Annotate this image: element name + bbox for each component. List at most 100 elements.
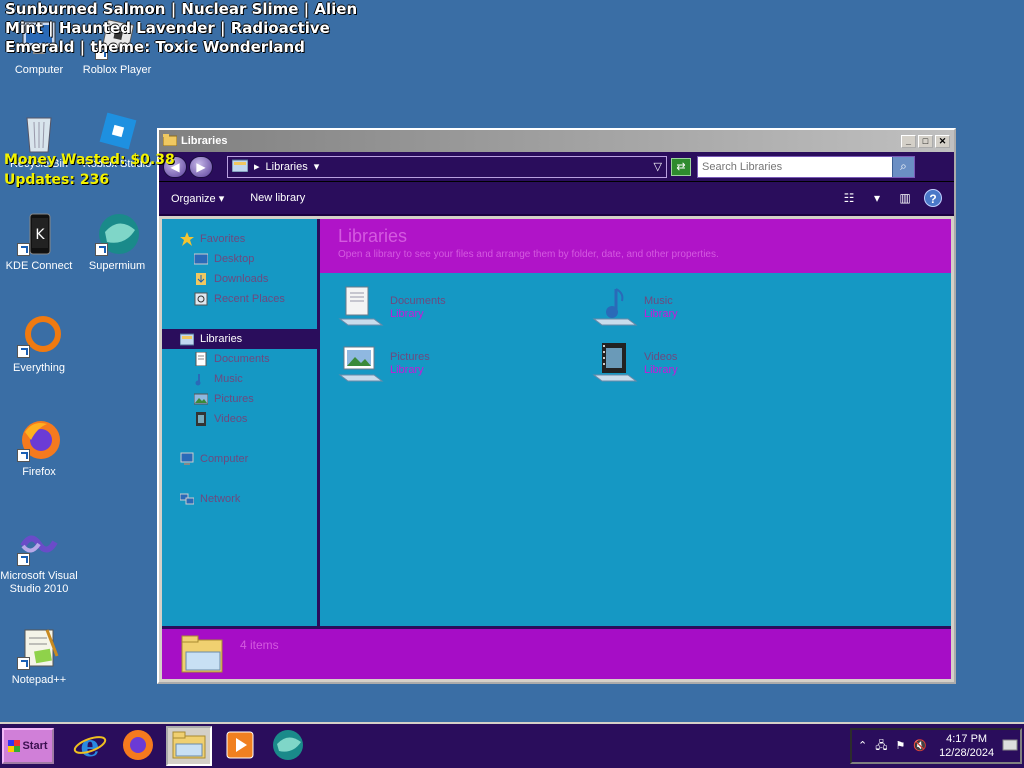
music-library-icon	[592, 285, 638, 331]
library-item-pictures[interactable]: Pictures Library	[338, 341, 588, 391]
library-type: Library	[390, 364, 424, 376]
shortcut-arrow-icon	[17, 449, 30, 462]
address-bar: ◀ ▶ ▸ Libraries ▾ ▽ ⇄ ⌕	[159, 152, 954, 182]
nav-item-videos[interactable]: Videos	[162, 409, 317, 429]
computer-icon	[180, 452, 194, 466]
search-box[interactable]: ⌕	[697, 155, 915, 178]
shortcut-arrow-icon	[17, 243, 30, 256]
show-hidden-icons-icon[interactable]: ⌃	[858, 738, 867, 754]
nav-item-computer[interactable]: Computer	[162, 449, 317, 469]
desktop-icon-notepad-plus-plus[interactable]: Notepad++	[0, 626, 78, 687]
close-button[interactable]: ✕	[935, 134, 950, 148]
windows-logo-icon	[8, 740, 21, 752]
library-name: Music	[644, 295, 673, 307]
taskbar-firefox[interactable]	[118, 726, 158, 766]
supermium-icon	[271, 728, 305, 765]
svg-text:K: K	[35, 227, 45, 243]
preview-pane-icon[interactable]: ▥	[896, 189, 914, 207]
maximize-button[interactable]: □	[918, 134, 933, 148]
action-center-flag-icon[interactable]: ⚑	[895, 738, 905, 754]
new-library-button[interactable]: New library	[250, 192, 305, 204]
page-title: Libraries	[338, 226, 408, 246]
nav-item-music[interactable]: Music	[162, 369, 317, 389]
roblox-studio-icon	[95, 110, 139, 154]
refresh-button[interactable]: ⇄	[671, 157, 691, 176]
library-name: Videos	[644, 351, 678, 363]
nav-item-recent-places[interactable]: Recent Places	[162, 289, 317, 309]
library-name: Pictures	[390, 351, 430, 363]
forward-button[interactable]: ▶	[189, 155, 213, 178]
library-item-music[interactable]: Music Library	[592, 285, 842, 335]
nav-label: Network	[200, 493, 241, 505]
desktop-icon-label: Notepad++	[11, 674, 67, 686]
minimize-button[interactable]: _	[901, 134, 916, 148]
nav-label: Videos	[214, 413, 248, 425]
organize-button[interactable]: Organize ▾	[171, 192, 224, 205]
desktop-icon-label: Microsoft Visual Studio 2010	[0, 570, 78, 595]
nav-item-network[interactable]: Network	[162, 489, 317, 509]
desktop-icon-kde-connect[interactable]: K KDE Connect	[0, 212, 78, 273]
breadcrumb-libraries[interactable]: Libraries	[266, 161, 308, 173]
search-icon[interactable]: ⌕	[892, 156, 914, 177]
taskbar-file-explorer[interactable]	[166, 726, 212, 766]
show-desktop-icon[interactable]	[1002, 738, 1018, 754]
internet-explorer-icon: e	[73, 728, 107, 765]
nav-label: Recent Places	[214, 293, 285, 305]
shortcut-arrow-icon	[17, 345, 30, 358]
taskbar: Start e ⌃ 🖧 ⚑ 🔇 4:17 PM 12/28/2024	[0, 722, 1024, 768]
desktop-icon	[193, 252, 209, 266]
taskbar-internet-explorer[interactable]: e	[70, 726, 110, 766]
nav-label: Music	[214, 373, 243, 385]
nav-item-favorites[interactable]: Favorites	[162, 229, 317, 249]
library-type: Library	[644, 308, 678, 320]
firefox-icon	[17, 418, 61, 462]
view-options-icon[interactable]: ☷	[840, 189, 858, 207]
library-type: Library	[390, 308, 424, 320]
system-tray: ⌃ 🖧 ⚑ 🔇 4:17 PM 12/28/2024	[850, 728, 1022, 764]
item-count: 4 items	[240, 638, 279, 652]
view-dropdown-icon[interactable]: ▾	[868, 189, 886, 207]
taskbar-media-player[interactable]	[220, 726, 260, 766]
organize-label: Organize	[171, 192, 216, 205]
everything-icon	[17, 314, 61, 358]
desktop-icon-everything[interactable]: Everything	[0, 314, 78, 375]
nav-item-libraries[interactable]: Libraries	[162, 329, 317, 349]
desktop-icon-label: KDE Connect	[5, 260, 73, 272]
nav-item-documents[interactable]: Documents	[162, 349, 317, 369]
kde-connect-icon: K	[17, 212, 61, 256]
breadcrumb-separator-icon[interactable]: ▸	[254, 160, 260, 173]
nav-item-downloads[interactable]: Downloads	[162, 269, 317, 289]
help-icon[interactable]: ?	[924, 189, 942, 207]
desktop-icon-firefox[interactable]: Firefox	[0, 418, 78, 479]
desktop-icon-label: Computer	[14, 64, 64, 76]
volume-muted-icon[interactable]: 🔇	[913, 738, 927, 754]
clock[interactable]: 4:17 PM 12/28/2024	[939, 732, 994, 760]
documents-library-icon	[338, 285, 384, 331]
library-item-documents[interactable]: Documents Library	[338, 285, 588, 335]
nav-item-pictures[interactable]: Pictures	[162, 389, 317, 409]
desktop-icon-label: Roblox Player	[82, 64, 152, 76]
page-subtitle: Open a library to see your files and arr…	[338, 249, 719, 260]
documents-icon	[194, 351, 208, 367]
search-input[interactable]	[702, 160, 892, 173]
main-pane: Libraries Open a library to see your fil…	[320, 219, 951, 627]
updates-text: Updates: 236	[4, 172, 110, 188]
desktop-icon-supermium[interactable]: Supermium	[78, 212, 156, 273]
nav-item-desktop[interactable]: Desktop	[162, 249, 317, 269]
shortcut-arrow-icon	[17, 553, 30, 566]
address-history-dropdown-icon[interactable]: ▽	[654, 160, 662, 173]
recent-places-icon	[194, 292, 208, 306]
start-button[interactable]: Start	[2, 728, 54, 764]
network-icon[interactable]: 🖧	[875, 738, 887, 754]
libraries-window[interactable]: Libraries _ □ ✕ ◀ ▶ ▸ Libraries ▾ ▽ ⇄ ⌕ …	[157, 128, 956, 684]
videos-icon	[194, 412, 208, 426]
address-box[interactable]: ▸ Libraries ▾ ▽	[227, 155, 667, 178]
explorer-content: Favorites Desktop Downloads Recent Place…	[162, 219, 951, 627]
taskbar-supermium[interactable]	[268, 726, 308, 766]
breadcrumb-dropdown-icon[interactable]: ▾	[314, 160, 320, 173]
desktop-icon-visual-studio[interactable]: Microsoft Visual Studio 2010	[0, 522, 78, 596]
stats-overlay: Money Wasted: $0.38 Updates: 236	[4, 150, 175, 190]
window-titlebar[interactable]: Libraries _ □ ✕	[159, 130, 954, 152]
library-item-videos[interactable]: Videos Library	[592, 341, 842, 391]
network-icon	[179, 492, 195, 506]
